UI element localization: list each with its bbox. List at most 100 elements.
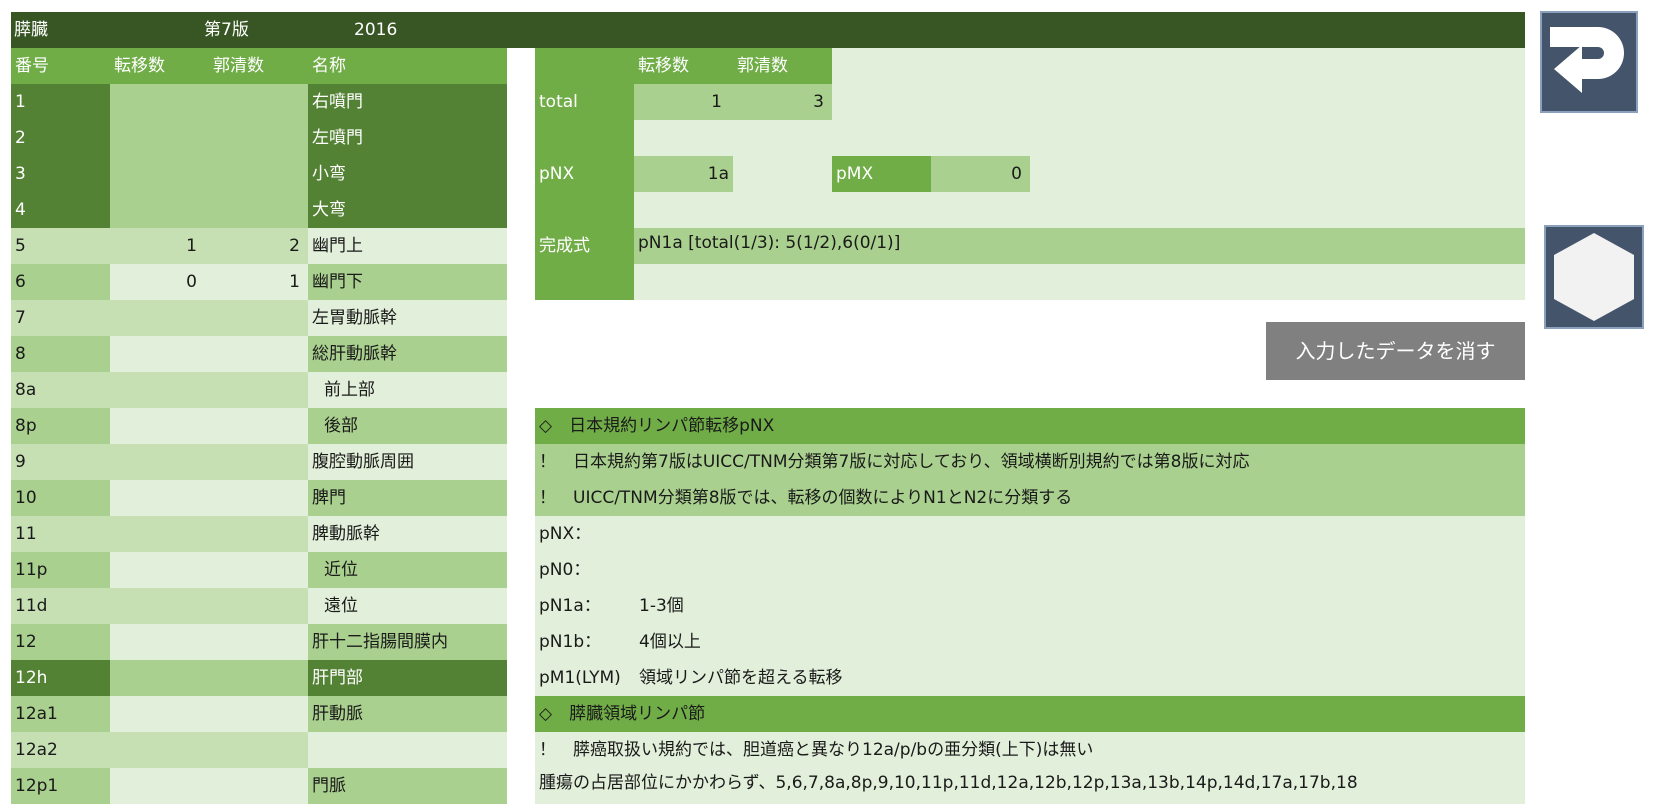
node-name: 肝十二指腸間膜内	[308, 624, 507, 660]
metastasis-count-cell[interactable]: 1	[110, 228, 209, 264]
pmx-value[interactable]: 0	[1011, 156, 1022, 192]
metastasis-count-cell[interactable]	[110, 768, 209, 804]
dissected-count-cell[interactable]	[209, 192, 308, 228]
metastasis-count-cell[interactable]	[110, 696, 209, 732]
dissected-count-cell[interactable]	[209, 84, 308, 120]
dissected-count-cell[interactable]	[209, 660, 308, 696]
row-number: 11	[11, 516, 110, 552]
dissected-count-cell[interactable]	[209, 552, 308, 588]
row-number: 12a2	[11, 732, 110, 768]
dissected-count-cell[interactable]: 1	[209, 264, 308, 300]
metastasis-count-cell[interactable]	[110, 156, 209, 192]
pnx-value[interactable]: 1a	[708, 156, 729, 192]
metastasis-count-cell[interactable]	[110, 120, 209, 156]
definition-row: pNX：	[535, 516, 1525, 552]
row-number: 6	[11, 264, 110, 300]
metastasis-count-cell[interactable]	[110, 480, 209, 516]
node-name: 幽門上	[308, 228, 507, 264]
metastasis-count-cell[interactable]	[110, 588, 209, 624]
dissected-count-cell[interactable]	[209, 408, 308, 444]
pmx-label-cell: pMX	[832, 156, 931, 192]
return-arrow-icon	[1550, 27, 1624, 93]
row-number: 4	[11, 192, 110, 228]
pmx-cell: 0	[931, 156, 1030, 192]
summary-header: 転移数 郭清数	[634, 48, 832, 84]
table-row: 5 1 2 幽門上	[11, 228, 507, 264]
definition-row: pN1a： 1-3個	[535, 588, 1525, 624]
return-button[interactable]	[1540, 11, 1638, 113]
dissected-count-cell[interactable]	[209, 480, 308, 516]
metastasis-count-cell[interactable]	[110, 624, 209, 660]
metastasis-count-cell[interactable]	[110, 732, 209, 768]
formula-label: 完成式	[539, 236, 590, 256]
dissected-count-cell[interactable]: 2	[209, 228, 308, 264]
dissected-count-cell[interactable]	[209, 696, 308, 732]
table-row: 4 大弯	[11, 192, 507, 228]
table-row: 12p1 門脈	[11, 768, 507, 804]
metastasis-count-cell[interactable]	[110, 516, 209, 552]
row-number: 8a	[11, 372, 110, 408]
col-header-number: 番号	[15, 56, 49, 76]
pnx-cell: 1a	[634, 156, 733, 192]
dissected-count-cell[interactable]	[209, 732, 308, 768]
dissected-count-cell[interactable]	[209, 156, 308, 192]
node-name: 左胃動脈幹	[308, 300, 507, 336]
hexagon-button[interactable]	[1544, 225, 1644, 329]
section-title-regional-nodes: ◇ 膵臓領域リンパ節	[535, 696, 1525, 732]
table-row: 11 脾動脈幹	[11, 516, 507, 552]
table-row: 8 総肝動脈幹	[11, 336, 507, 372]
note-row: 腫瘍の占居部位にかかわらず、5,6,7,8a,8p,9,10,11p,11d,1…	[535, 768, 1525, 804]
total-metastasis[interactable]: 1	[711, 84, 722, 120]
metastasis-count-cell[interactable]	[110, 192, 209, 228]
formula-cell: pN1a [total(1/3): 5(1/2),6(0/1)]	[634, 228, 1525, 264]
dissected-count-cell[interactable]	[209, 516, 308, 552]
metastasis-count-cell[interactable]	[110, 372, 209, 408]
total-label: total	[539, 92, 578, 112]
node-name: 腹腔動脈周囲	[308, 444, 507, 480]
node-name: 門脈	[308, 768, 507, 804]
node-name: 小弯	[308, 156, 507, 192]
node-name: 大弯	[308, 192, 507, 228]
metastasis-count-cell[interactable]	[110, 300, 209, 336]
table-row: 7 左胃動脈幹	[11, 300, 507, 336]
col-header-name: 名称	[312, 56, 346, 76]
table-row: 10 脾門	[11, 480, 507, 516]
dissected-count-cell[interactable]	[209, 120, 308, 156]
row-number: 7	[11, 300, 110, 336]
pnx-label: pNX	[539, 164, 575, 184]
total-dissected[interactable]: 3	[813, 84, 824, 120]
row-number: 11p	[11, 552, 110, 588]
clear-data-button[interactable]: 入力したデータを消す	[1266, 322, 1525, 380]
row-number: 8	[11, 336, 110, 372]
table-row: 11p 近位	[11, 552, 507, 588]
metastasis-count-cell[interactable]	[110, 660, 209, 696]
row-number: 12p1	[11, 768, 110, 804]
section-title-pn: ◇ 日本規約リンパ節転移pNX	[535, 408, 1525, 444]
dissected-count-cell[interactable]	[209, 444, 308, 480]
metastasis-count-cell[interactable]: 0	[110, 264, 209, 300]
pmx-label: pMX	[836, 164, 874, 184]
dissected-count-cell[interactable]	[209, 300, 308, 336]
dissected-count-cell[interactable]	[209, 768, 308, 804]
row-number: 11d	[11, 588, 110, 624]
note-row: ！ UICC/TNM分類第8版では、転移の個数によりN1とN2に分類する	[535, 480, 1525, 516]
dissected-count-cell[interactable]	[209, 624, 308, 660]
formula-value[interactable]: pN1a [total(1/3): 5(1/2),6(0/1)]	[638, 228, 900, 258]
definition-row: pN0：	[535, 552, 1525, 588]
metastasis-count-cell[interactable]	[110, 408, 209, 444]
table-row: 8p 後部	[11, 408, 507, 444]
dissected-count-cell[interactable]	[209, 588, 308, 624]
metastasis-count-cell[interactable]	[110, 552, 209, 588]
node-name: 幽門下	[308, 264, 507, 300]
table-row: 12 肝十二指腸間膜内	[11, 624, 507, 660]
dissected-count-cell[interactable]	[209, 372, 308, 408]
row-number: 3	[11, 156, 110, 192]
metastasis-count-cell[interactable]	[110, 444, 209, 480]
metastasis-count-cell[interactable]	[110, 84, 209, 120]
organ-label: 膵臓	[14, 20, 48, 40]
metastasis-count-cell[interactable]	[110, 336, 209, 372]
table-row: 12a2	[11, 732, 507, 768]
node-name: 右噴門	[308, 84, 507, 120]
row-number: 2	[11, 120, 110, 156]
dissected-count-cell[interactable]	[209, 336, 308, 372]
